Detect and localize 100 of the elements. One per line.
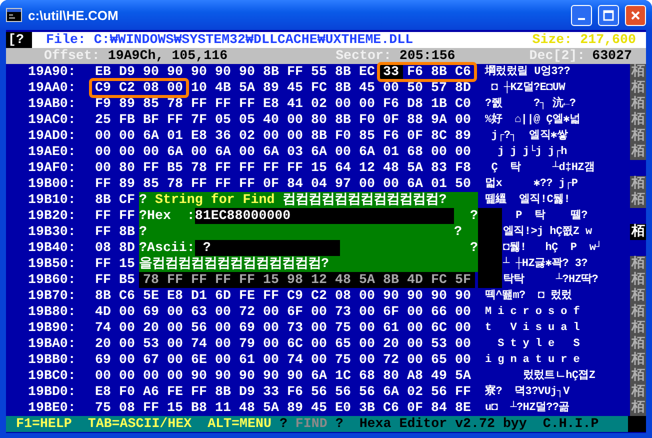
hex-byte: 20: [142, 320, 160, 336]
close-button[interactable]: [625, 4, 646, 26]
hex-byte: 8D: [454, 80, 472, 96]
ascii-text: Ç 탁 ┴d‡HZ갬: [490, 160, 596, 176]
minimize-button[interactable]: [571, 4, 592, 26]
hex-byte: 84: [286, 176, 304, 192]
hex-byte: 45: [286, 80, 304, 96]
ascii-text: 엘직!>j hÇ쬢Z w: [503, 224, 593, 240]
hex-byte: 74: [190, 336, 208, 352]
hex-byte: 33: [379, 64, 403, 80]
hex-byte: 8B: [334, 112, 352, 128]
hex-byte: F9: [94, 96, 112, 112]
hex-byte: 08: [94, 240, 112, 256]
hex-byte: 5A: [238, 80, 256, 96]
hex-byte: 8B: [118, 224, 136, 240]
hex-byte: F0: [118, 384, 136, 400]
status-text: ?: [279, 416, 288, 432]
hex-byte: FF: [94, 272, 112, 288]
hex-byte: 00: [382, 176, 400, 192]
maximize-icon: [603, 10, 614, 20]
hex-byte: 61: [382, 320, 400, 336]
hex-byte: 69: [142, 304, 160, 320]
hex-byte: 5F: [451, 272, 475, 288]
hex-byte: 08: [142, 80, 160, 96]
hex-byte: 72: [382, 352, 400, 368]
hex-byte: C9: [286, 288, 304, 304]
row-address: 19B00:: [27, 176, 77, 192]
row-address: 19BA0:: [27, 336, 77, 352]
hex-byte: 00: [262, 336, 280, 352]
hex-byte: 00: [142, 368, 160, 384]
hex-byte: 1B: [430, 96, 448, 112]
side-char: 栢: [630, 272, 646, 288]
hex-byte: FF: [94, 176, 112, 192]
hex-byte: C9: [94, 80, 112, 96]
hex-byte: 00: [406, 320, 424, 336]
hex-byte: 00: [166, 80, 184, 96]
hex-byte: FF: [214, 160, 232, 176]
hex-byte: 00: [166, 304, 184, 320]
key-hint: F1=HELP: [16, 416, 72, 432]
hex-byte: FF: [190, 176, 208, 192]
hex-byte: 90: [454, 288, 472, 304]
hex-byte: 7F: [190, 112, 208, 128]
hex-byte: FF: [94, 256, 112, 272]
hex-byte: 8B: [214, 384, 232, 400]
hex-byte: 00: [358, 352, 376, 368]
hex-byte: 00: [142, 144, 160, 160]
ascii-text: 떽^뙖m? ◘ 렀렀: [485, 288, 573, 304]
hex-byte: 90: [238, 64, 256, 80]
side-char: 栢: [630, 64, 646, 80]
hex-byte: FF: [454, 384, 472, 400]
hex-byte: 64: [334, 160, 352, 176]
hex-byte: 02: [406, 384, 424, 400]
hex-byte: 01: [382, 144, 400, 160]
hex-byte: 73: [286, 320, 304, 336]
maximize-button[interactable]: [598, 4, 619, 26]
row-address: 19AB0:: [27, 96, 77, 112]
hex-byte: 00: [454, 320, 472, 336]
hex-byte: 73: [334, 304, 352, 320]
hex-byte: FF: [238, 176, 256, 192]
row-address: 19B70:: [27, 288, 77, 304]
hex-byte: FC: [310, 80, 328, 96]
status-text: FIND: [295, 416, 328, 432]
console-icon: [6, 8, 22, 22]
hex-byte: 00: [454, 144, 472, 160]
hex-byte: 41: [286, 96, 304, 112]
hex-byte: 5A: [406, 160, 424, 176]
ascii-text: t V i s u a l: [485, 321, 581, 336]
hex-byte: 8B: [262, 64, 280, 80]
hex-byte: 00: [454, 112, 472, 128]
hex-byte: 5A: [355, 272, 379, 288]
hex-byte: B5: [118, 272, 136, 288]
hex-byte: F0: [358, 112, 376, 128]
input-field[interactable]: ?: [194, 240, 340, 256]
hex-byte: 85: [358, 128, 376, 144]
hex-byte: FF: [211, 272, 235, 288]
menu-button[interactable]: [?: [6, 32, 32, 48]
hex-byte: 00: [190, 144, 208, 160]
hex-byte: FF: [238, 96, 256, 112]
hex-byte: 00: [166, 320, 184, 336]
hex-byte: 00: [262, 128, 280, 144]
input-field[interactable]: 81EC88000000: [194, 208, 454, 224]
hex-byte: C6: [454, 64, 472, 80]
ascii-text: 寮? 뎍3?VUj┐V: [485, 384, 571, 400]
hex-byte: 00: [358, 176, 376, 192]
hex-byte: 11: [214, 400, 232, 416]
hex-byte: 69: [94, 352, 112, 368]
hex-byte: 00: [262, 352, 280, 368]
status-text: Hexa Editor v2.72 byy C.H.I.P: [359, 416, 599, 432]
dialog-border: 컴컴컴컴컴컴컴컴컴컴컴컴?: [282, 192, 447, 208]
hex-byte: 00: [334, 144, 352, 160]
dialog-title: String for Find: [154, 192, 275, 208]
hex-byte: D1: [190, 288, 208, 304]
hex-byte: 98: [283, 272, 307, 288]
dec-value: 63027: [592, 48, 632, 64]
row-address: 19BC0:: [27, 368, 77, 384]
window-title: c:\util\HE.COM: [28, 8, 120, 22]
hex-byte: 36: [214, 128, 232, 144]
hex-byte: F6: [406, 64, 424, 80]
hex-byte: FF: [262, 160, 280, 176]
hex-byte: 00: [262, 320, 280, 336]
